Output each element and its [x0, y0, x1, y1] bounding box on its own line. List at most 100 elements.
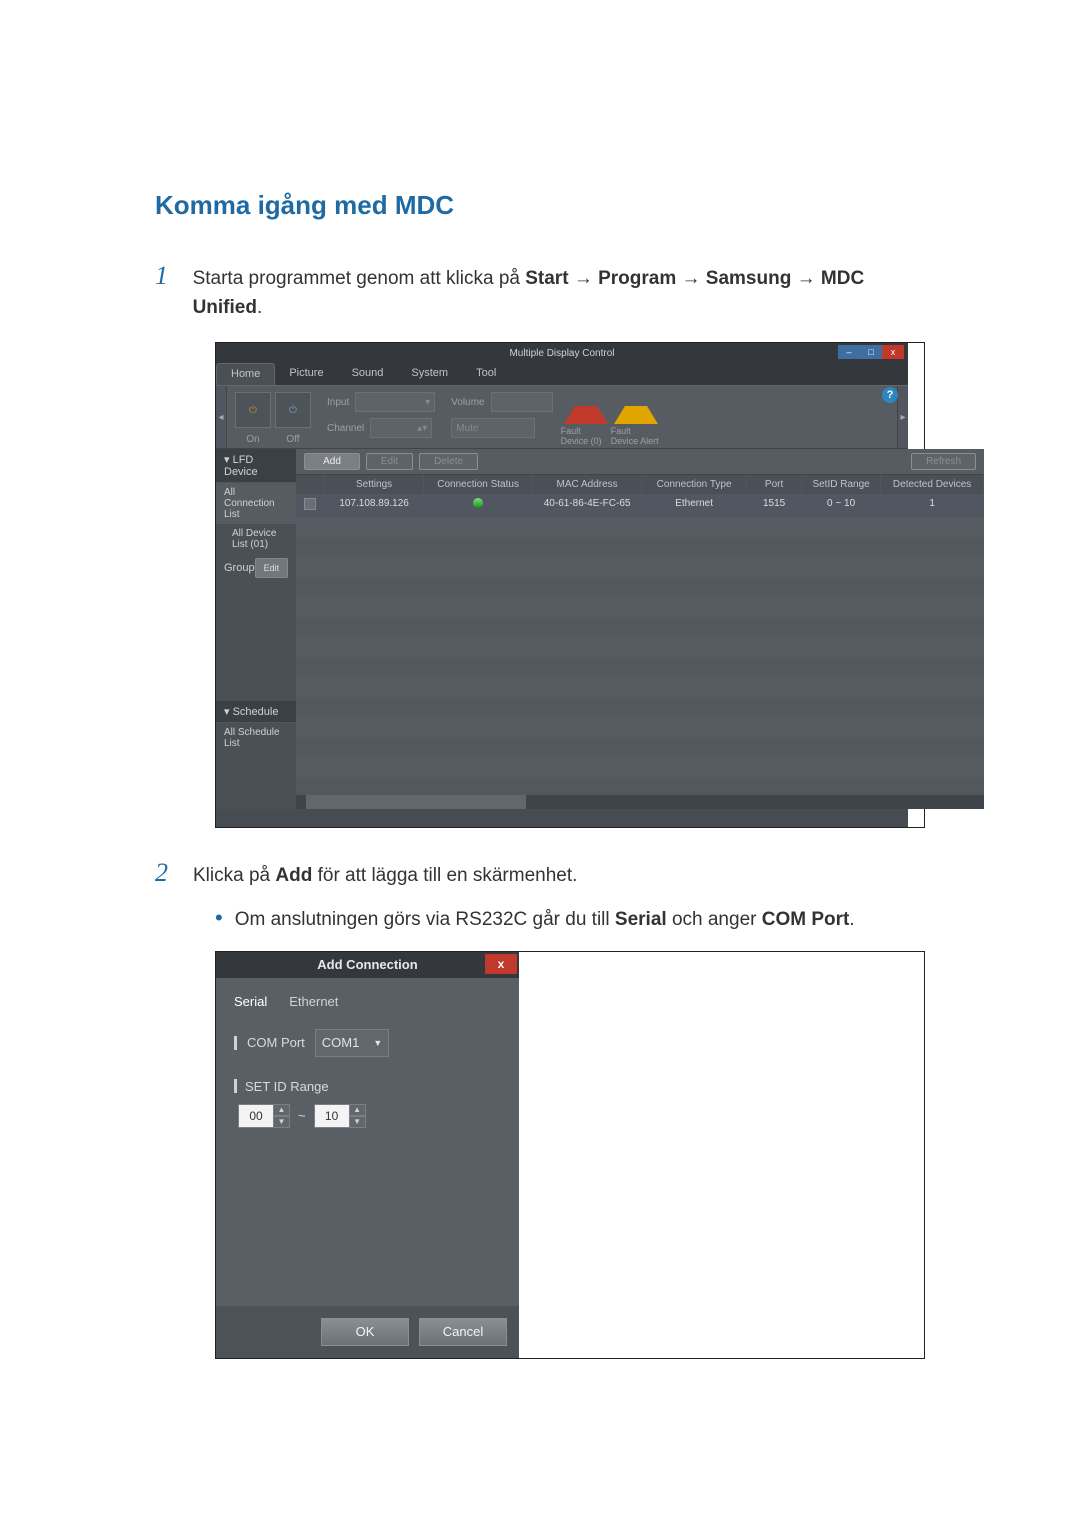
setid-from-value: 00: [238, 1104, 274, 1128]
bullet-mid: och anger: [672, 909, 757, 930]
tab-sound[interactable]: Sound: [338, 363, 398, 385]
row-setid: 0 ~ 10: [802, 494, 881, 517]
close-button[interactable]: x: [882, 345, 904, 359]
help-icon[interactable]: ?: [882, 387, 898, 403]
row-mac: 40-61-86-4E-FC-65: [533, 494, 642, 517]
volume-input[interactable]: [491, 392, 553, 412]
step-1: 1 Starta programmet genom att klicka på …: [155, 261, 925, 322]
table-body-empty: [296, 517, 984, 795]
figure-add-connection: Add Connection x Serial Ethernet COM Por…: [215, 951, 925, 1359]
tab-system[interactable]: System: [397, 363, 462, 385]
th-setid[interactable]: SetID Range: [802, 475, 881, 494]
main-tabs: Home Picture Sound System Tool: [216, 363, 908, 385]
step1-start: Start: [525, 268, 568, 289]
row-port: 1515: [747, 494, 802, 517]
edit-button[interactable]: Edit: [366, 453, 413, 470]
th-check: [296, 475, 325, 494]
step1-program: Program: [598, 268, 676, 289]
step-2-text: Klicka på Add för att lägga till en skär…: [193, 862, 577, 891]
comport-value: COM1: [322, 1035, 360, 1050]
step-2-number: 2: [155, 858, 177, 888]
sidebar-all-connection-list[interactable]: All Connection List: [216, 483, 296, 524]
step1-pre: Starta programmet genom att klicka på: [193, 268, 520, 289]
sidebar-all-schedule-list[interactable]: All Schedule List: [216, 723, 296, 753]
content-area: Add Edit Delete Refresh Settings Connect…: [296, 449, 984, 809]
step-2: 2 Klicka på Add för att lägga till en sk…: [155, 858, 925, 891]
tab-serial[interactable]: Serial: [234, 994, 267, 1009]
dialog-titlebar: Add Connection x: [216, 952, 519, 978]
power-group: ⏻ ⏻ On Off: [227, 386, 319, 448]
power-labels: On Off: [235, 434, 311, 445]
fault-device-label: Fault Device (0): [561, 426, 611, 446]
refresh-button[interactable]: Refresh: [911, 453, 976, 470]
row-detected: 1: [881, 494, 984, 517]
setid-label: SET ID Range: [245, 1079, 329, 1094]
sidebar-group-row: Group Edit: [216, 554, 296, 582]
row-check[interactable]: [296, 494, 325, 517]
ok-button[interactable]: OK: [321, 1318, 409, 1346]
power-on-button[interactable]: ⏻: [235, 392, 271, 428]
step-1-number: 1: [155, 261, 177, 291]
sidebar-schedule[interactable]: ▾ Schedule: [216, 701, 296, 723]
channel-stepper[interactable]: ▴▾: [370, 418, 432, 438]
input-label: Input: [327, 397, 349, 408]
comport-select[interactable]: COM1 ▼: [315, 1029, 389, 1057]
maximize-button[interactable]: □: [860, 345, 882, 359]
setid-from-stepper[interactable]: 00 ▲▼: [238, 1104, 290, 1128]
figure-mdc-window: Multiple Display Control – □ x ? Home Pi…: [215, 342, 925, 828]
ribbon-scroll-right[interactable]: ▸: [897, 386, 908, 448]
group-label: Group: [224, 562, 255, 574]
tab-ethernet[interactable]: Ethernet: [289, 994, 338, 1009]
mdc-main: ▾ LFD Device All Connection List All Dev…: [216, 449, 908, 809]
delete-button[interactable]: Delete: [419, 453, 478, 470]
th-settings[interactable]: Settings: [325, 475, 424, 494]
th-mac[interactable]: MAC Address: [533, 475, 642, 494]
mute-button[interactable]: Mute: [451, 418, 535, 438]
cancel-button[interactable]: Cancel: [419, 1318, 507, 1346]
th-status[interactable]: Connection Status: [424, 475, 533, 494]
input-select[interactable]: ▾: [355, 392, 435, 412]
fault-device-alert[interactable]: Fault Device Alert: [611, 386, 661, 448]
dialog-close-button[interactable]: x: [485, 954, 517, 974]
sidebar-all-device-list[interactable]: All Device List (01): [216, 524, 296, 554]
schedule-label: Schedule: [233, 706, 279, 718]
setid-range-row: 00 ▲▼ ~ 10 ▲▼: [238, 1104, 501, 1128]
ribbon-scroll-left[interactable]: ◂: [216, 386, 227, 448]
table-row[interactable]: 107.108.89.126 40-61-86-4E-FC-65 Etherne…: [296, 494, 984, 517]
volume-mute-group: Volume Mute: [443, 386, 560, 448]
group-edit-button[interactable]: Edit: [255, 558, 289, 578]
step2-add: Add: [275, 865, 312, 886]
sidebar-lfd-device[interactable]: ▾ LFD Device: [216, 449, 296, 483]
tab-tool[interactable]: Tool: [462, 363, 510, 385]
th-port[interactable]: Port: [747, 475, 802, 494]
table-header: Settings Connection Status MAC Address C…: [296, 475, 984, 494]
setid-field: SET ID Range: [234, 1079, 501, 1094]
chevron-up-icon: ▲: [350, 1104, 366, 1116]
th-detected[interactable]: Detected Devices: [881, 475, 984, 494]
step1-a1: →: [574, 268, 593, 289]
step2-pre: Klicka på: [193, 865, 270, 886]
step1-a3: →: [797, 268, 816, 289]
step1-a2: →: [682, 268, 701, 289]
step1-samsung: Samsung: [706, 268, 792, 289]
add-button[interactable]: Add: [304, 453, 360, 470]
horizontal-scrollbar[interactable]: [296, 795, 984, 809]
scroll-thumb[interactable]: [306, 795, 526, 809]
setid-to-stepper[interactable]: 10 ▲▼: [314, 1104, 366, 1128]
mdc-body: ? Home Picture Sound System Tool ◂ ⏻ ⏻: [216, 363, 908, 809]
dialog-footer: OK Cancel: [216, 1306, 519, 1358]
chevron-down-icon: ▼: [350, 1116, 366, 1128]
fault-device-count[interactable]: Fault Device (0): [561, 386, 611, 448]
th-type[interactable]: Connection Type: [642, 475, 747, 494]
row-status: [424, 494, 533, 517]
field-marker-icon: [234, 1079, 237, 1093]
row-type: Ethernet: [642, 494, 747, 517]
tab-home[interactable]: Home: [216, 363, 275, 385]
tab-picture[interactable]: Picture: [275, 363, 337, 385]
heading: Komma igång med MDC: [155, 190, 925, 221]
dialog-body: Serial Ethernet COM Port COM1 ▼ SET ID R…: [216, 978, 519, 1306]
bullet-pre: Om anslutningen görs via RS232C går du t…: [235, 909, 610, 930]
minimize-button[interactable]: –: [838, 345, 860, 359]
status-green-icon: [473, 498, 483, 508]
power-off-button[interactable]: ⏻: [275, 392, 311, 428]
